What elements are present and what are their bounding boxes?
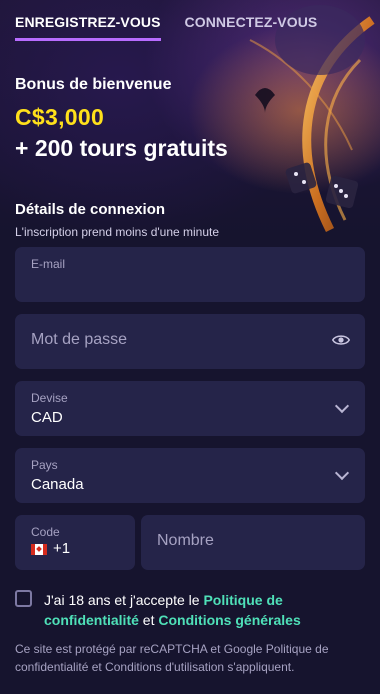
phone-code-value: +1 bbox=[53, 540, 71, 557]
canada-flag-icon bbox=[31, 544, 47, 555]
phone-number-placeholder: Nombre bbox=[157, 532, 214, 549]
consent-prefix: J'ai 18 ans et j'accepte le bbox=[44, 592, 204, 608]
tab-login[interactable]: CONNECTEZ-VOUS bbox=[185, 14, 318, 41]
phone-code-select[interactable]: Code +1 bbox=[15, 515, 135, 570]
country-value: Canada bbox=[31, 476, 84, 493]
recaptcha-notice: Ce site est protégé par reCAPTCHA et Goo… bbox=[15, 642, 329, 674]
tab-register[interactable]: ENREGISTREZ-VOUS bbox=[15, 14, 161, 41]
chevron-down-icon bbox=[334, 398, 350, 413]
bonus-amount: C$3,000 bbox=[15, 104, 105, 130]
phone-number-field[interactable]: Nombre bbox=[141, 515, 365, 570]
email-label: E-mail bbox=[31, 257, 66, 271]
country-label: Pays bbox=[31, 458, 58, 472]
bonus-label: Bonus de bienvenue bbox=[15, 76, 172, 93]
country-select[interactable]: Pays Canada bbox=[15, 448, 365, 503]
currency-value: CAD bbox=[31, 409, 63, 426]
section-subtitle: L'inscription prend moins d'une minute bbox=[15, 225, 220, 239]
section-title: Détails de connexion bbox=[15, 201, 166, 218]
chevron-down-icon bbox=[334, 465, 350, 480]
terms-link[interactable]: Conditions générales bbox=[158, 612, 300, 628]
currency-label: Devise bbox=[31, 391, 68, 405]
consent-text: J'ai 18 ans et j'accepte le Politique de… bbox=[44, 590, 369, 630]
auth-tabs: ENREGISTREZ-VOUS CONNECTEZ-VOUS bbox=[15, 14, 317, 41]
password-field[interactable]: Mot de passe bbox=[15, 314, 365, 369]
terms-checkbox[interactable] bbox=[15, 590, 32, 607]
phone-code-label: Code bbox=[31, 525, 60, 539]
bonus-free-spins: + 200 tours gratuits bbox=[15, 135, 228, 161]
consent-middle: et bbox=[138, 612, 159, 628]
currency-select[interactable]: Devise CAD bbox=[15, 381, 365, 436]
email-field[interactable]: E-mail bbox=[15, 247, 365, 302]
password-placeholder: Mot de passe bbox=[31, 331, 128, 348]
show-password-icon[interactable] bbox=[331, 331, 351, 354]
